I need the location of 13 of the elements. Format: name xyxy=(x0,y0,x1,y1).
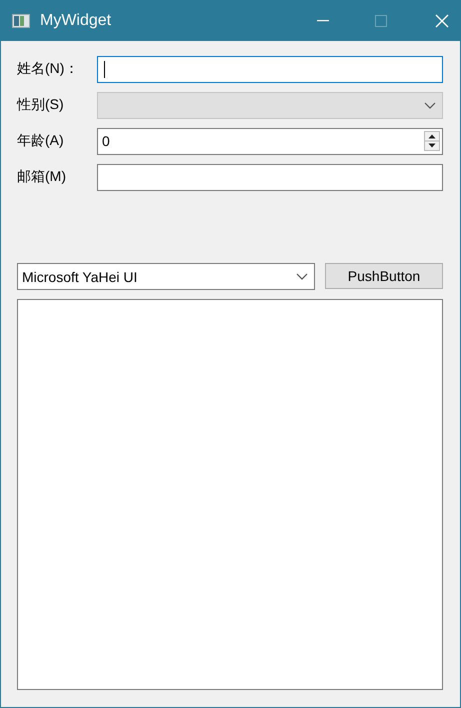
push-button[interactable]: PushButton xyxy=(325,263,443,289)
field-label: 性别(S) xyxy=(17,96,65,114)
window-icon xyxy=(12,14,30,28)
field-label: 邮箱(M) xyxy=(17,168,67,186)
input-field[interactable] xyxy=(97,56,443,82)
window-title: MyWidget xyxy=(40,12,112,30)
minimize-icon[interactable] xyxy=(317,20,329,22)
spin-box[interactable]: 0 xyxy=(97,128,443,154)
input-field[interactable] xyxy=(97,164,443,190)
field-label: 姓名(N)： xyxy=(17,60,80,78)
close-icon[interactable] xyxy=(435,14,449,28)
field-label: 年龄(A) xyxy=(17,132,65,150)
font-combo-box[interactable]: Microsoft YaHei UI xyxy=(17,263,315,290)
